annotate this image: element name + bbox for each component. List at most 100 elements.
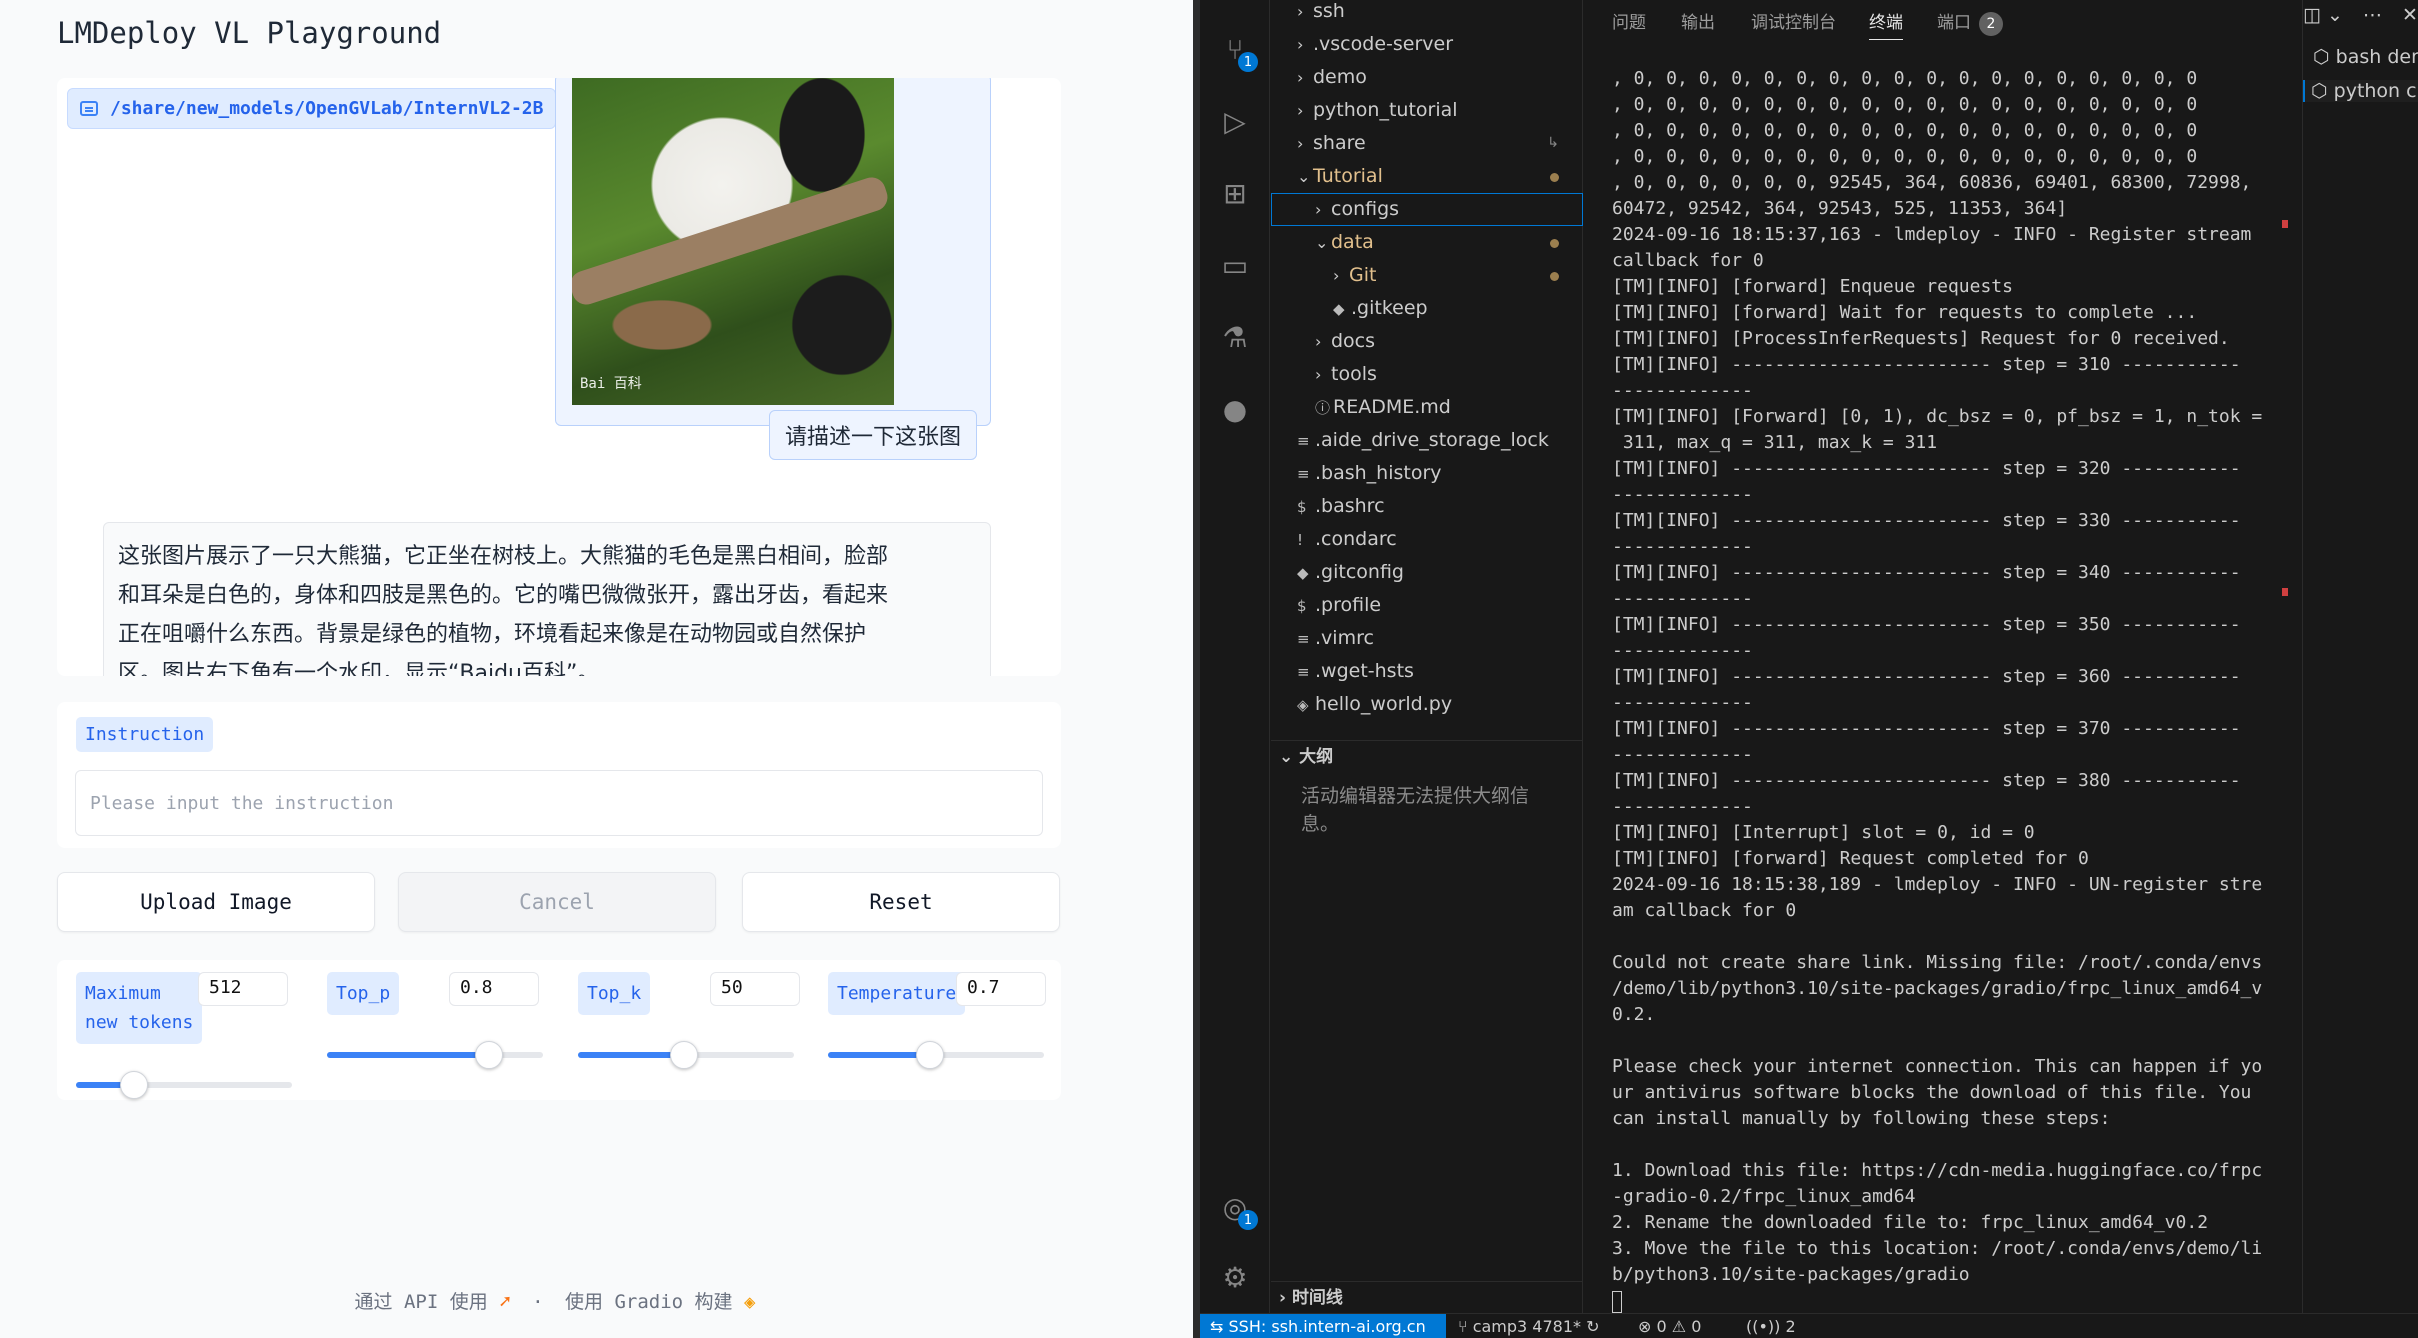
tree-folder[interactable]: › demo [1271,61,1583,94]
tab-output[interactable]: 输出 [1681,8,1715,33]
bot-message-line: 这张图片展示了一只大熊猫，它正坐在树枝上。大熊猫的毛色是黑白相间，脸部 [118,544,889,569]
tree-file[interactable]: ≡ .bash_history [1271,457,1583,490]
terminal-line: [TM][INFO] ------------------------ step… [1612,354,2241,375]
tree-folder[interactable]: › .vscode-server [1271,28,1583,61]
tab-problems[interactable]: 问题 [1612,8,1646,33]
tree-folder[interactable]: › python_tutorial [1271,94,1583,127]
top-p-slider[interactable] [327,1041,543,1069]
terminal-output[interactable]: , 0, 0, 0, 0, 0, 0, 0, 0, 0, 0, 0, 0, 0,… [1612,66,2272,1288]
file-icon: ◆ [1333,300,1345,318]
file-icon: ! [1297,531,1304,549]
reset-button[interactable]: Reset [742,872,1060,932]
top-k-slider-knob[interactable] [669,1041,698,1069]
tab-ports-label: 端口 [1937,13,1971,33]
terminal-line: 2. Rename the downloaded file to: frpc_l… [1612,1212,2209,1233]
page-title: LMDeploy VL Playground [57,16,442,50]
temperature-slider[interactable] [828,1041,1044,1069]
max-tokens-input[interactable]: 512 [198,972,288,1006]
testing-icon[interactable]: ⚗ [1218,320,1252,354]
max-tokens-slider-knob[interactable] [120,1071,149,1099]
upload-image-button[interactable]: Upload Image [57,872,375,932]
file-icon: ≡ [1297,432,1310,450]
terminal-line: [TM][INFO] [ProcessInferRequests] Reques… [1612,328,2230,349]
tree-file[interactable]: ⓘ README.md [1271,391,1583,424]
github-icon[interactable]: ● [1218,392,1252,426]
tab-debug-console[interactable]: 调试控制台 [1751,8,1836,33]
account-icon[interactable]: ◎ 1 [1218,1190,1258,1230]
terminal-line: [TM][INFO] ------------------------ step… [1612,718,2241,739]
temperature-input[interactable]: 0.7 [956,972,1046,1006]
branch-indicator[interactable]: ⑂ camp3 4781* ↻ [1458,1314,1600,1338]
problems-indicator[interactable]: ⊗ 0 ⚠ 0 [1638,1314,1701,1338]
instruction-input[interactable] [75,770,1043,836]
tree-file[interactable]: ≡ .aide_drive_storage_lock [1271,424,1583,457]
terminal-line: 2024-09-16 18:15:37,163 - lmdeploy - INF… [1612,224,2252,245]
outline-header[interactable]: ⌄ 大纲 [1271,740,1583,772]
terminal-tab-bash[interactable]: ⬡ bash dem [2313,46,2418,68]
remote-explorer-icon[interactable]: ▭ [1218,248,1252,282]
scroll-marker [2282,588,2288,596]
tree-folder[interactable]: › Git [1271,259,1583,292]
tree-item-label: README.md [1333,396,1451,418]
tree-folder[interactable]: ⌄ Tutorial [1271,160,1583,193]
tree-folder[interactable]: › configs [1271,193,1583,226]
tree-file[interactable]: $ .profile [1271,589,1583,622]
tree-folder[interactable]: › docs [1271,325,1583,358]
tree-folder[interactable]: › share ↳ [1271,127,1583,160]
layout-icon[interactable]: ◫ [2303,4,2321,26]
timeline-header[interactable]: › 时间线 [1271,1281,1583,1313]
close-panel-icon[interactable]: ✕ [2402,4,2418,26]
chevron-right-icon: › [1297,35,1304,54]
terminal-line: [TM][INFO] ------------------------ step… [1612,666,2241,687]
top-k-input[interactable]: 50 [710,972,800,1006]
tree-file[interactable]: $ .bashrc [1271,490,1583,523]
run-debug-icon[interactable]: ▷ [1218,104,1252,138]
terminal-line: callback for 0 [1612,250,1764,271]
tab-ports[interactable]: 端口 2 [1937,8,2003,36]
tree-file[interactable]: ◈ hello_world.py [1271,688,1583,721]
footer: 通过 API 使用 ➚ · 使用 Gradio 构建 ◈ [0,1287,1110,1314]
activity-bar: ⑂ 1 ▷ ⊞ ▭ ⚗ ● ◎ 1 ⚙ [1200,0,1270,1313]
terminal-line: [TM][INFO] ------------------------ step… [1612,770,2241,791]
top-p-slider-knob[interactable] [475,1041,503,1069]
top-k-slider[interactable] [578,1041,794,1069]
temperature-slider-knob[interactable] [915,1041,944,1069]
gradio-app: LMDeploy VL Playground /share/new_models… [0,0,1193,1338]
tree-file[interactable]: ! .condarc [1271,523,1583,556]
terminal-line: 60472, 92542, 364, 92543, 525, 11353, 36… [1612,198,2068,219]
top-p-input[interactable]: 0.8 [449,972,539,1006]
extensions-icon[interactable]: ⊞ [1218,176,1252,210]
terminal-line: 0.2. [1612,1004,1656,1025]
tab-terminal[interactable]: 终端 [1869,8,1903,40]
tree-file[interactable]: ≡ .wget-hsts [1271,655,1583,688]
max-tokens-slider[interactable] [76,1071,292,1099]
more-actions-icon[interactable]: ⋯ [2363,4,2382,26]
terminal-tab-python[interactable]: ⬡ python c [2303,80,2418,102]
terminal-line: ------------- [1612,692,1753,713]
terminal-line: , 0, 0, 0, 0, 0, 0, 0, 0, 0, 0, 0, 0, 0,… [1612,146,2198,167]
built-with-gradio-link[interactable]: 使用 Gradio 构建 [565,1291,733,1313]
tree-file[interactable]: ◆ .gitconfig [1271,556,1583,589]
ports-label: 2 [1785,1317,1796,1336]
remote-indicator[interactable]: ⇆ SSH: ssh.intern-ai.org.cn [1200,1314,1446,1338]
use-via-api-link[interactable]: 通过 API 使用 [355,1291,488,1313]
tree-file[interactable]: ≡ .vimrc [1271,622,1583,655]
settings-gear-icon[interactable]: ⚙ [1218,1260,1252,1294]
tree-folder[interactable]: › ssh [1271,0,1583,28]
terminal-line: am callback for 0 [1612,900,1797,921]
source-control-icon[interactable]: ⑂ 1 [1218,32,1258,72]
ports-indicator[interactable]: ((•)) 2 [1746,1314,1796,1338]
top-p-slider-fill [327,1052,489,1058]
scroll-marker [2282,220,2288,228]
top-k-label: Top_k [578,972,651,1015]
terminal-line: Please check your internet connection. T… [1612,1056,2263,1077]
ports-count-badge: 2 [1979,12,2003,36]
chevron-down-icon[interactable]: ⌄ [2327,4,2343,26]
terminal-scrollbar[interactable] [2282,176,2290,1306]
panda-image[interactable]: Bai 百科 [572,78,894,405]
tree-file[interactable]: ◆ .gitkeep [1271,292,1583,325]
cancel-button[interactable]: Cancel [398,872,716,932]
tree-folder[interactable]: ⌄ data [1271,226,1583,259]
tree-folder[interactable]: › tools [1271,358,1583,391]
